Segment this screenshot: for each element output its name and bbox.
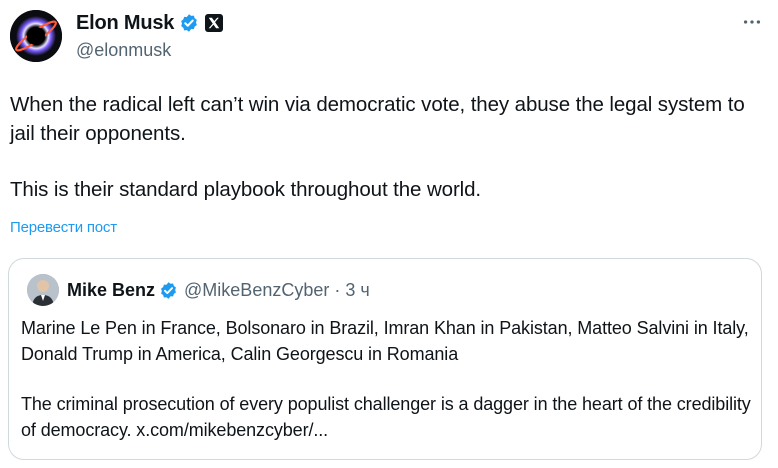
tweet-paragraph: This is their standard playbook througho… (10, 178, 482, 201)
tweet-text: When the radical left can’t win via demo… (10, 90, 770, 204)
quoted-timestamp[interactable]: 3 ч (345, 280, 369, 301)
x-logo-icon[interactable] (205, 14, 224, 32)
quoted-header: Mike Benz @MikeBenzCyber · 3 ч (67, 277, 370, 303)
author-name[interactable]: Elon Musk (76, 12, 174, 35)
author-block: Elon Musk @elonmusk (76, 10, 224, 62)
quoted-author-avatar[interactable] (27, 274, 59, 306)
black-hole-avatar-icon (10, 10, 62, 62)
verified-badge-icon[interactable] (179, 13, 199, 33)
tweet-paragraph: When the radical left can’t win via demo… (10, 93, 745, 145)
quoted-paragraph: Marine Le Pen in France, Bolsonaro in Br… (21, 318, 749, 364)
author-name-row: Elon Musk (76, 10, 224, 36)
author-avatar[interactable] (10, 10, 62, 62)
person-avatar-icon (27, 274, 59, 306)
translate-post-link[interactable]: Перевести пост (10, 219, 117, 236)
quoted-author-name[interactable]: Mike Benz (67, 280, 155, 301)
more-options-icon[interactable] (738, 8, 766, 36)
quoted-text: Marine Le Pen in France, Bolsonaro in Br… (21, 315, 757, 443)
separator-dot: · (334, 279, 341, 300)
quoted-paragraph: The criminal prosecution of every populi… (21, 394, 751, 440)
quoted-tweet[interactable]: Mike Benz @MikeBenzCyber · 3 ч Marine Le… (8, 258, 762, 460)
tweet-card: Elon Musk @elonmusk When the radical lef… (0, 0, 778, 468)
quoted-author-handle[interactable]: @MikeBenzCyber (184, 280, 329, 301)
verified-badge-icon (159, 281, 178, 300)
author-handle[interactable]: @elonmusk (76, 40, 223, 62)
